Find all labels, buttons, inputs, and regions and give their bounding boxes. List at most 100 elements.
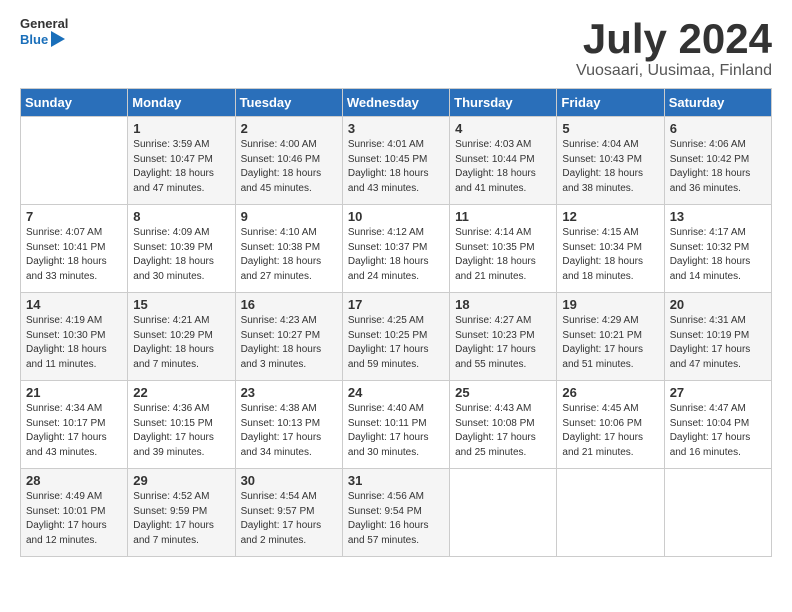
day-number: 21 <box>26 385 122 400</box>
day-info: Sunrise: 4:29 AMSunset: 10:21 PMDaylight… <box>562 314 658 372</box>
calendar-cell: 8 Sunrise: 4:09 AMSunset: 10:39 PMDayligh… <box>128 205 235 293</box>
day-number: 15 <box>133 297 229 312</box>
calendar-cell: 28Sunrise: 4:49 AMSunset: 10:01 PMDaylig… <box>21 469 128 557</box>
title-block: July 2024 Vuosaari, Uusimaa, Finland <box>576 16 772 80</box>
day-number: 22 <box>133 385 229 400</box>
calendar-cell: 6 Sunrise: 4:06 AMSunset: 10:42 PMDayligh… <box>664 117 771 205</box>
calendar-header: SundayMondayTuesdayWednesdayThursdayFrid… <box>21 89 772 117</box>
header-cell-thursday: Thursday <box>450 89 557 117</box>
calendar-cell: 15 Sunrise: 4:21 AMSunset: 10:29 PMDaylig… <box>128 293 235 381</box>
day-number: 11 <box>455 209 551 224</box>
day-number: 7 <box>26 209 122 224</box>
calendar-cell: 1Sunrise: 3:59 AMSunset: 10:47 PMDayligh… <box>128 117 235 205</box>
day-number: 8 <box>133 209 229 224</box>
day-number: 3 <box>348 121 444 136</box>
logo-text: General Blue <box>20 16 68 47</box>
calendar-cell: 21 Sunrise: 4:34 AMSunset: 10:17 PMDaylig… <box>21 381 128 469</box>
day-number: 25 <box>455 385 551 400</box>
calendar-cell <box>664 469 771 557</box>
calendar-cell: 14 Sunrise: 4:19 AMSunset: 10:30 PMDaylig… <box>21 293 128 381</box>
day-number: 4 <box>455 121 551 136</box>
day-info: Sunrise: 4:36 AMSunset: 10:15 PMDaylight… <box>133 402 229 460</box>
calendar-week-3: 14 Sunrise: 4:19 AMSunset: 10:30 PMDaylig… <box>21 293 772 381</box>
calendar-week-2: 7 Sunrise: 4:07 AMSunset: 10:41 PMDayligh… <box>21 205 772 293</box>
calendar-week-1: 1Sunrise: 3:59 AMSunset: 10:47 PMDayligh… <box>21 117 772 205</box>
day-number: 20 <box>670 297 766 312</box>
day-info: Sunrise: 4:07 AMSunset: 10:41 PMDaylight… <box>26 226 122 284</box>
day-info: Sunrise: 4:47 AMSunset: 10:04 PMDaylight… <box>670 402 766 460</box>
day-info: Sunrise: 4:10 AMSunset: 10:38 PMDaylight… <box>241 226 337 284</box>
calendar-cell: 27 Sunrise: 4:47 AMSunset: 10:04 PMDaylig… <box>664 381 771 469</box>
day-number: 14 <box>26 297 122 312</box>
day-info: Sunrise: 4:03 AMSunset: 10:44 PMDaylight… <box>455 138 551 196</box>
day-info: Sunrise: 4:06 AMSunset: 10:42 PMDaylight… <box>670 138 766 196</box>
day-info: Sunrise: 4:52 AMSunset: 9:59 PMDaylight:… <box>133 490 229 548</box>
calendar-cell: 11 Sunrise: 4:14 AMSunset: 10:35 PMDaylig… <box>450 205 557 293</box>
day-info: Sunrise: 4:31 AMSunset: 10:19 PMDaylight… <box>670 314 766 372</box>
calendar-cell: 24 Sunrise: 4:40 AMSunset: 10:11 PMDaylig… <box>342 381 449 469</box>
day-number: 16 <box>241 297 337 312</box>
calendar-cell <box>21 117 128 205</box>
calendar-cell: 9Sunrise: 4:10 AMSunset: 10:38 PMDayligh… <box>235 205 342 293</box>
logo-arrow-icon <box>51 31 65 47</box>
header-cell-tuesday: Tuesday <box>235 89 342 117</box>
logo-line1: General <box>20 16 68 31</box>
day-number: 6 <box>670 121 766 136</box>
calendar-cell: 26 Sunrise: 4:45 AMSunset: 10:06 PMDaylig… <box>557 381 664 469</box>
day-info: Sunrise: 4:04 AMSunset: 10:43 PMDaylight… <box>562 138 658 196</box>
calendar-cell: 5Sunrise: 4:04 AMSunset: 10:43 PMDayligh… <box>557 117 664 205</box>
header-cell-monday: Monday <box>128 89 235 117</box>
day-info: Sunrise: 4:27 AMSunset: 10:23 PMDaylight… <box>455 314 551 372</box>
header-cell-sunday: Sunday <box>21 89 128 117</box>
day-info: Sunrise: 4:09 AMSunset: 10:39 PMDaylight… <box>133 226 229 284</box>
calendar-cell: 12Sunrise: 4:15 AMSunset: 10:34 PMDaylig… <box>557 205 664 293</box>
day-number: 26 <box>562 385 658 400</box>
day-info: Sunrise: 4:34 AMSunset: 10:17 PMDaylight… <box>26 402 122 460</box>
day-number: 17 <box>348 297 444 312</box>
day-number: 10 <box>348 209 444 224</box>
calendar-cell: 7 Sunrise: 4:07 AMSunset: 10:41 PMDayligh… <box>21 205 128 293</box>
day-info: Sunrise: 4:00 AMSunset: 10:46 PMDaylight… <box>241 138 337 196</box>
day-number: 12 <box>562 209 658 224</box>
day-info: Sunrise: 4:12 AMSunset: 10:37 PMDaylight… <box>348 226 444 284</box>
day-number: 31 <box>348 473 444 488</box>
day-info: Sunrise: 4:45 AMSunset: 10:06 PMDaylight… <box>562 402 658 460</box>
calendar-cell: 3Sunrise: 4:01 AMSunset: 10:45 PMDayligh… <box>342 117 449 205</box>
header-row: SundayMondayTuesdayWednesdayThursdayFrid… <box>21 89 772 117</box>
day-number: 23 <box>241 385 337 400</box>
day-number: 18 <box>455 297 551 312</box>
calendar-cell: 13 Sunrise: 4:17 AMSunset: 10:32 PMDaylig… <box>664 205 771 293</box>
month-title: July 2024 <box>576 16 772 62</box>
day-info: Sunrise: 4:40 AMSunset: 10:11 PMDaylight… <box>348 402 444 460</box>
calendar-cell: 17Sunrise: 4:25 AMSunset: 10:25 PMDaylig… <box>342 293 449 381</box>
calendar-cell: 22 Sunrise: 4:36 AMSunset: 10:15 PMDaylig… <box>128 381 235 469</box>
header-cell-friday: Friday <box>557 89 664 117</box>
day-info: Sunrise: 4:14 AMSunset: 10:35 PMDaylight… <box>455 226 551 284</box>
day-number: 13 <box>670 209 766 224</box>
day-number: 27 <box>670 385 766 400</box>
calendar-cell: 2 Sunrise: 4:00 AMSunset: 10:46 PMDayligh… <box>235 117 342 205</box>
calendar-week-5: 28Sunrise: 4:49 AMSunset: 10:01 PMDaylig… <box>21 469 772 557</box>
location: Vuosaari, Uusimaa, Finland <box>576 62 772 80</box>
calendar-cell: 20 Sunrise: 4:31 AMSunset: 10:19 PMDaylig… <box>664 293 771 381</box>
day-number: 24 <box>348 385 444 400</box>
day-number: 30 <box>241 473 337 488</box>
day-info: Sunrise: 4:19 AMSunset: 10:30 PMDaylight… <box>26 314 122 372</box>
calendar-cell <box>557 469 664 557</box>
day-number: 19 <box>562 297 658 312</box>
day-number: 28 <box>26 473 122 488</box>
day-info: Sunrise: 4:17 AMSunset: 10:32 PMDaylight… <box>670 226 766 284</box>
page-header: General Blue July 2024 Vuosaari, Uusimaa… <box>20 16 772 80</box>
calendar-cell: 10 Sunrise: 4:12 AMSunset: 10:37 PMDaylig… <box>342 205 449 293</box>
day-info: Sunrise: 4:21 AMSunset: 10:29 PMDaylight… <box>133 314 229 372</box>
calendar-cell: 18 Sunrise: 4:27 AMSunset: 10:23 PMDaylig… <box>450 293 557 381</box>
day-info: Sunrise: 4:43 AMSunset: 10:08 PMDaylight… <box>455 402 551 460</box>
header-cell-saturday: Saturday <box>664 89 771 117</box>
day-info: Sunrise: 4:54 AMSunset: 9:57 PMDaylight:… <box>241 490 337 548</box>
calendar-cell: 4 Sunrise: 4:03 AMSunset: 10:44 PMDayligh… <box>450 117 557 205</box>
calendar-cell: 25 Sunrise: 4:43 AMSunset: 10:08 PMDaylig… <box>450 381 557 469</box>
calendar-cell: 30 Sunrise: 4:54 AMSunset: 9:57 PMDayligh… <box>235 469 342 557</box>
calendar-week-4: 21 Sunrise: 4:34 AMSunset: 10:17 PMDaylig… <box>21 381 772 469</box>
calendar-cell: 29Sunrise: 4:52 AMSunset: 9:59 PMDayligh… <box>128 469 235 557</box>
day-number: 2 <box>241 121 337 136</box>
